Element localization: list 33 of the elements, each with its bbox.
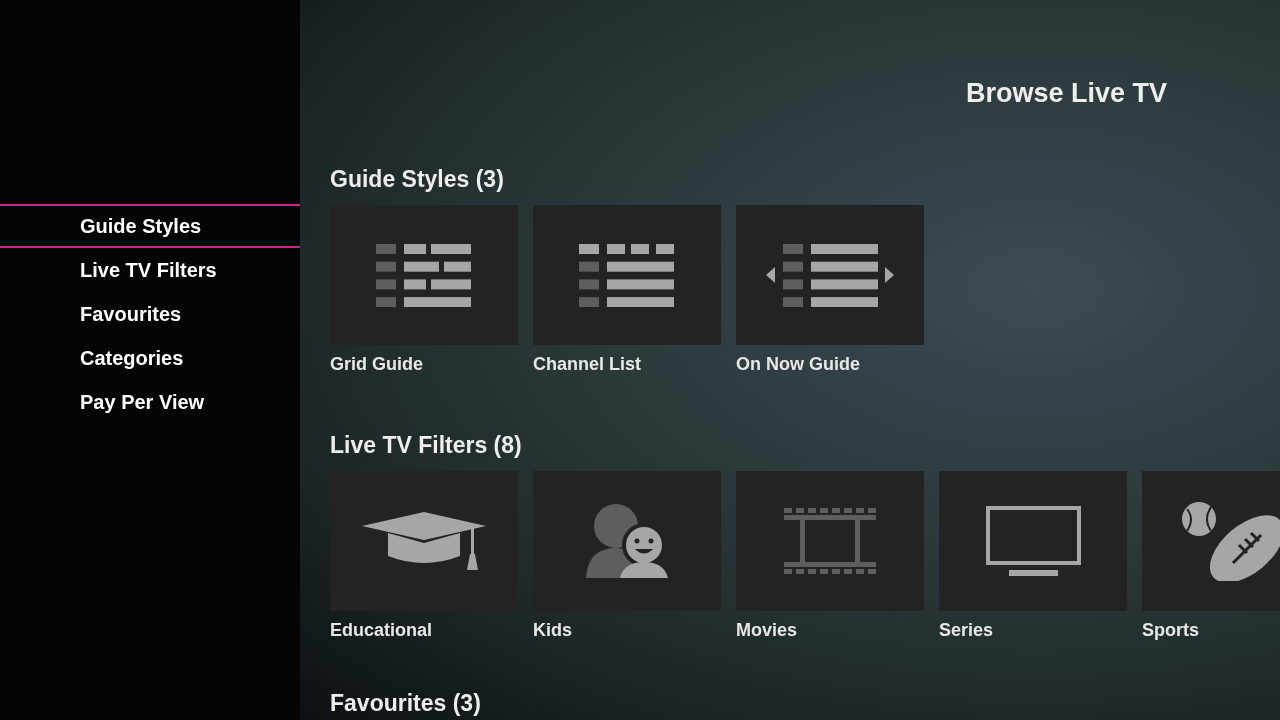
sports-balls-icon <box>1181 501 1280 581</box>
graduation-cap-icon <box>362 512 486 570</box>
tile-button[interactable] <box>533 205 721 345</box>
tile-label: Grid Guide <box>330 353 424 376</box>
film-strip-icon <box>784 508 876 574</box>
television-icon <box>985 506 1081 576</box>
people-icon <box>586 504 668 578</box>
tile-button[interactable] <box>736 205 924 345</box>
tile-label: Educational <box>330 619 433 642</box>
sidebar-item[interactable]: Categories <box>0 336 300 380</box>
sidebar-item[interactable]: Pay Per View <box>0 380 300 424</box>
list-with-arrows-icon <box>766 243 894 307</box>
sidebar-item[interactable]: Favourites <box>0 292 300 336</box>
section-heading: Favourites (3) <box>330 689 482 718</box>
sidebar-item[interactable]: Live TV Filters <box>0 248 300 292</box>
page-title: Browse Live TV <box>965 78 1167 108</box>
list-icon <box>579 243 675 307</box>
tile-button[interactable] <box>330 471 518 611</box>
tile-label: Movies <box>736 619 799 642</box>
tile-label: Channel List <box>533 353 642 376</box>
tile-button[interactable] <box>939 471 1127 611</box>
tile-button[interactable] <box>330 205 518 345</box>
tile-label: Series <box>939 619 995 642</box>
section-heading: Guide Styles (3) <box>330 165 505 194</box>
section-heading: Live TV Filters (8) <box>330 431 523 460</box>
sidebar-item[interactable]: Guide Styles <box>0 204 300 248</box>
tile-button[interactable] <box>1142 471 1280 611</box>
tile-button[interactable] <box>736 471 924 611</box>
tile-button[interactable] <box>533 471 721 611</box>
tile-label: On Now Guide <box>736 353 861 376</box>
tile-label: Kids <box>533 619 573 642</box>
grid-guide-icon <box>376 243 472 307</box>
tile-label: Sports <box>1142 619 1200 642</box>
